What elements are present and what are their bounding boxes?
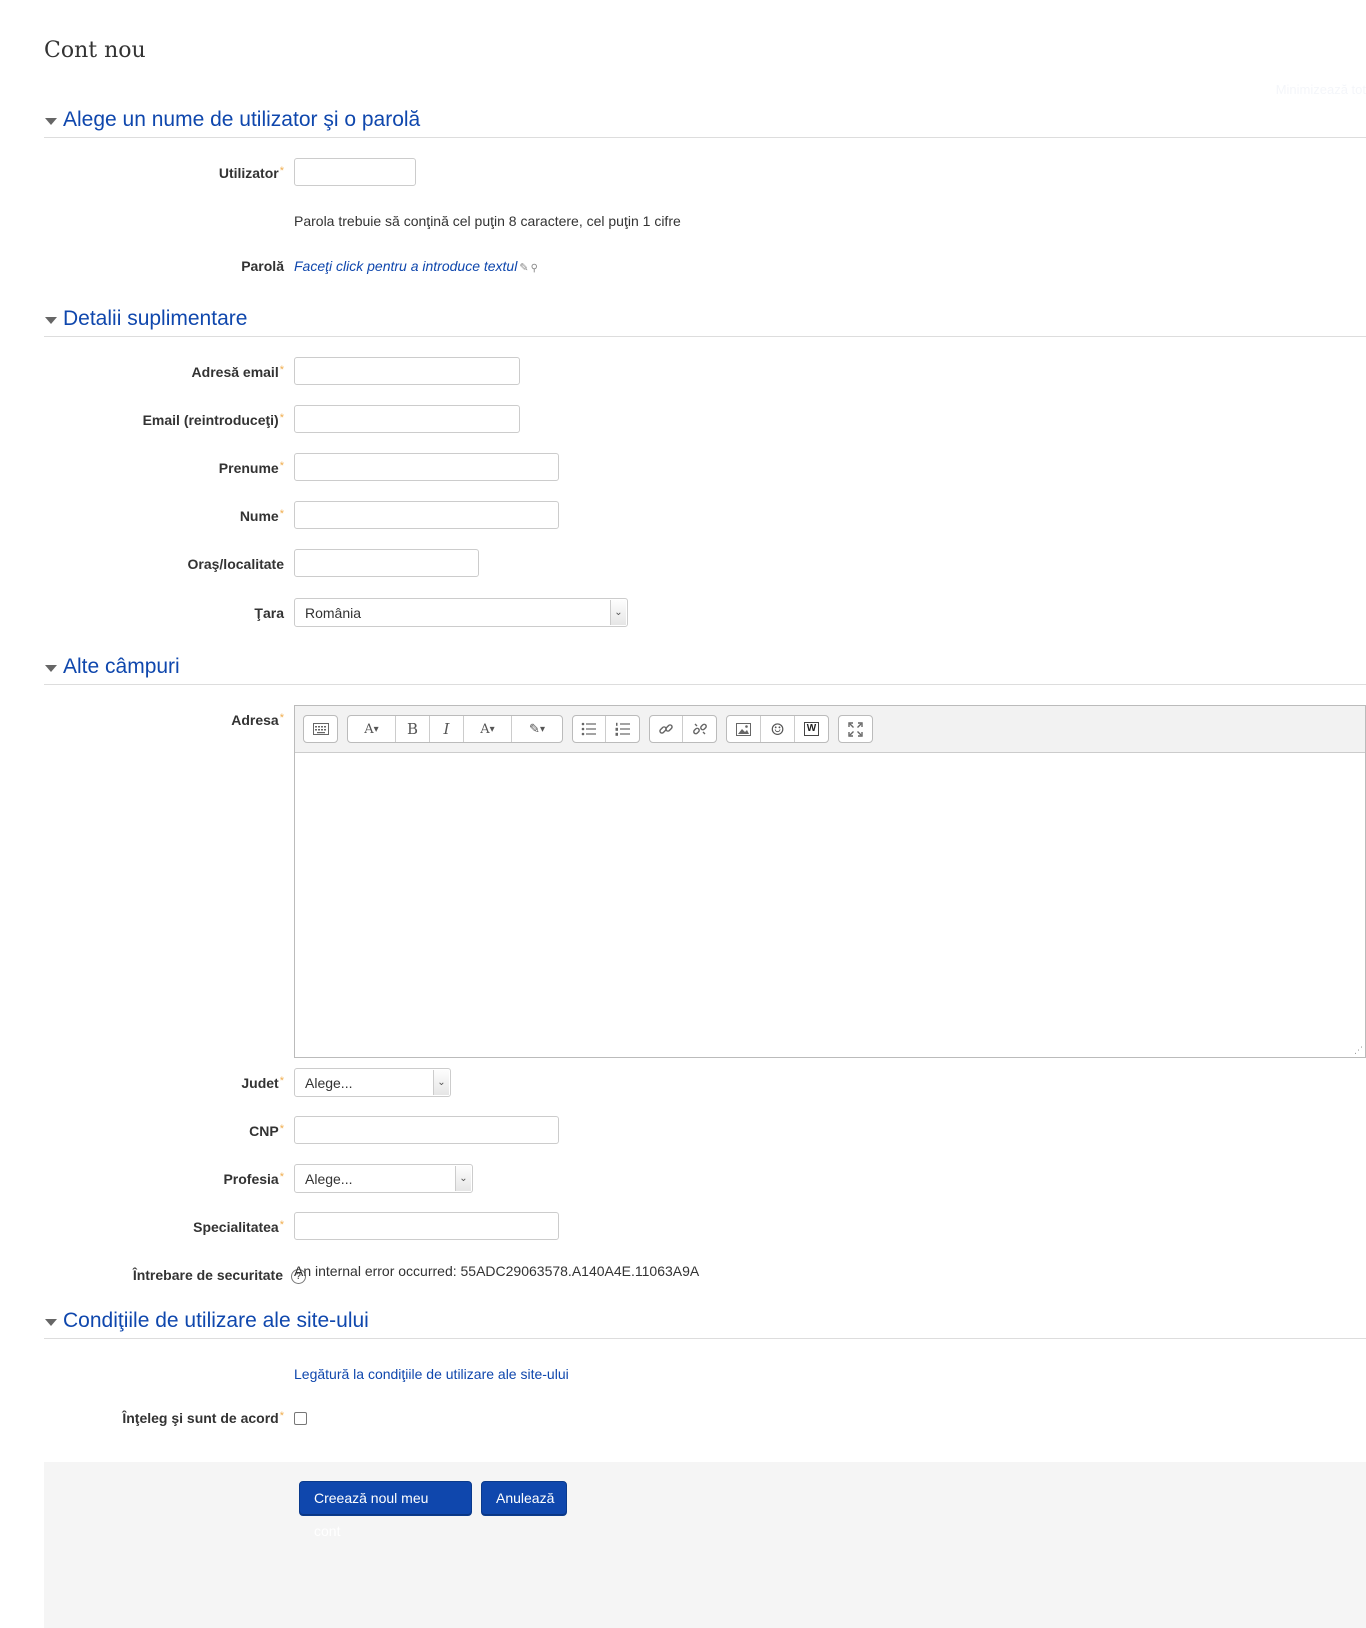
word-icon-text: W xyxy=(803,722,820,736)
paragraph-style-icon[interactable]: A ▾ xyxy=(348,716,396,742)
toolbar-group-lists xyxy=(572,715,640,743)
section-title: Alege un nume de utilizator şi o parolă xyxy=(63,108,421,131)
image-icon[interactable] xyxy=(727,716,761,742)
keyboard-icon[interactable] xyxy=(304,716,337,742)
agree-checkbox[interactable] xyxy=(294,1412,307,1425)
form-footer: Creează noul meu cont Anulează xyxy=(44,1462,1366,1628)
email-label: Adresă email* xyxy=(191,364,284,380)
profession-select[interactable]: Alege... ⌄ xyxy=(294,1164,473,1193)
link-icon[interactable] xyxy=(650,716,684,742)
chevron-down-icon xyxy=(45,317,57,324)
section-title: Alte câmpuri xyxy=(63,655,180,678)
username-input[interactable] xyxy=(294,158,416,186)
chevron-down-icon xyxy=(45,1319,57,1326)
unordered-list-icon[interactable] xyxy=(573,716,607,742)
chevron-down-icon[interactable]: ⌄ xyxy=(433,1070,449,1095)
required-icon: * xyxy=(279,508,284,520)
emoticon-icon[interactable]: ☺ xyxy=(761,716,795,742)
page-title: Cont nou xyxy=(44,38,146,63)
password-label: Parolă xyxy=(241,258,284,274)
required-icon: * xyxy=(279,1075,284,1087)
county-selected-value: Alege... xyxy=(305,1075,353,1091)
email-input[interactable] xyxy=(294,357,520,385)
section-header-details[interactable]: Detalii suplimentare xyxy=(44,306,1366,337)
address-label: Adresa* xyxy=(231,712,284,728)
cnp-input[interactable] xyxy=(294,1116,559,1144)
agree-label: Înţeleg şi sunt de acord* xyxy=(122,1410,284,1426)
password-inplace-editor[interactable]: Faceţi click pentru a introduce textul ✎ ⚲ xyxy=(294,258,538,274)
section-header-other[interactable]: Alte câmpuri xyxy=(44,654,1366,685)
profession-selected-value: Alege... xyxy=(305,1171,353,1187)
resize-handle-icon[interactable]: ⋰ xyxy=(1354,1045,1363,1056)
unlink-icon[interactable] xyxy=(683,716,716,742)
required-icon: * xyxy=(279,364,284,376)
font-icon-text: A xyxy=(364,721,374,737)
collapse-all-link[interactable]: Minimizează tot xyxy=(1276,82,1366,97)
username-label: Utilizator* xyxy=(218,165,284,181)
specialty-label: Specialitatea* xyxy=(193,1219,284,1235)
city-label: Oraş/localitate xyxy=(187,556,285,572)
required-icon: * xyxy=(279,412,284,424)
address-editor[interactable]: A ▾ B I A ▾ ✎ ▾ ☺ W ⋰ xyxy=(294,705,1366,1058)
toolbar-group-insert: ☺ W xyxy=(726,715,829,743)
chevron-down-icon[interactable]: ⌄ xyxy=(455,1166,471,1191)
required-icon: * xyxy=(279,460,284,472)
fullscreen-icon[interactable] xyxy=(839,716,872,742)
password-edit-link[interactable]: Faceţi click pentru a introduce textul xyxy=(294,258,517,274)
reveal-icon[interactable]: ⚲ xyxy=(531,263,538,274)
city-input[interactable] xyxy=(294,549,479,577)
required-icon: * xyxy=(279,1219,284,1231)
section-header-policy[interactable]: Condiţiile de utilizare ale site-ului xyxy=(44,1308,1366,1339)
lastname-input[interactable] xyxy=(294,501,559,529)
italic-icon[interactable]: I xyxy=(430,716,464,742)
password-rules-text: Parola trebuie să conţină cel puţin 8 ca… xyxy=(294,213,681,229)
section-header-account[interactable]: Alege un nume de utilizator şi o parolă xyxy=(44,107,1366,138)
country-select[interactable]: România ⌄ xyxy=(294,598,628,627)
word-paste-icon[interactable]: W xyxy=(795,716,828,742)
section-title: Condiţiile de utilizare ale site-ului xyxy=(63,1309,369,1332)
toolbar-group-links xyxy=(649,715,717,743)
font-color-text: A xyxy=(480,721,490,737)
required-icon: * xyxy=(279,165,284,177)
county-label: Judet* xyxy=(241,1075,284,1091)
required-icon: * xyxy=(279,1123,284,1135)
policy-link[interactable]: Legătură la condiţiile de utilizare ale … xyxy=(294,1366,569,1382)
cnp-label: CNP* xyxy=(249,1123,284,1139)
pencil-icon[interactable]: ✎ xyxy=(519,261,528,274)
font-color-icon[interactable]: A ▾ xyxy=(464,716,512,742)
specialty-input[interactable] xyxy=(294,1212,559,1240)
chevron-down-icon xyxy=(45,118,57,125)
email-confirm-input[interactable] xyxy=(294,405,520,433)
security-question-label: Întrebare de securitate? xyxy=(133,1267,306,1284)
bold-icon[interactable]: B xyxy=(396,716,430,742)
chevron-down-icon[interactable]: ⌄ xyxy=(610,600,626,625)
section-title: Detalii suplimentare xyxy=(63,307,248,330)
firstname-input[interactable] xyxy=(294,453,559,481)
lastname-label: Nume* xyxy=(239,508,284,524)
required-icon: * xyxy=(279,1171,284,1183)
firstname-label: Prenume* xyxy=(218,460,284,476)
email-confirm-label: Email (reintroduceţi)* xyxy=(142,412,284,428)
county-select[interactable]: Alege... ⌄ xyxy=(294,1068,451,1097)
create-account-button[interactable]: Creează noul meu cont xyxy=(299,1481,472,1539)
required-icon: * xyxy=(279,712,284,724)
cancel-button[interactable]: Anulează xyxy=(481,1481,567,1516)
country-selected-value: România xyxy=(305,605,362,621)
required-icon: * xyxy=(279,1410,284,1422)
profession-label: Profesia* xyxy=(223,1171,284,1187)
clear-format-icon[interactable]: ✎ ▾ xyxy=(512,716,562,742)
country-label: Ţara xyxy=(254,605,284,621)
editor-toolbar: A ▾ B I A ▾ ✎ ▾ ☺ W xyxy=(295,706,1365,753)
toolbar-group-style: A ▾ B I A ▾ ✎ ▾ xyxy=(347,715,563,743)
ordered-list-icon[interactable] xyxy=(606,716,639,742)
toolbar-group-fullscreen xyxy=(838,715,873,743)
chevron-down-icon xyxy=(45,665,57,672)
security-error-text: An internal error occurred: 55ADC2906357… xyxy=(294,1263,700,1279)
toolbar-group-toggle xyxy=(303,715,338,743)
